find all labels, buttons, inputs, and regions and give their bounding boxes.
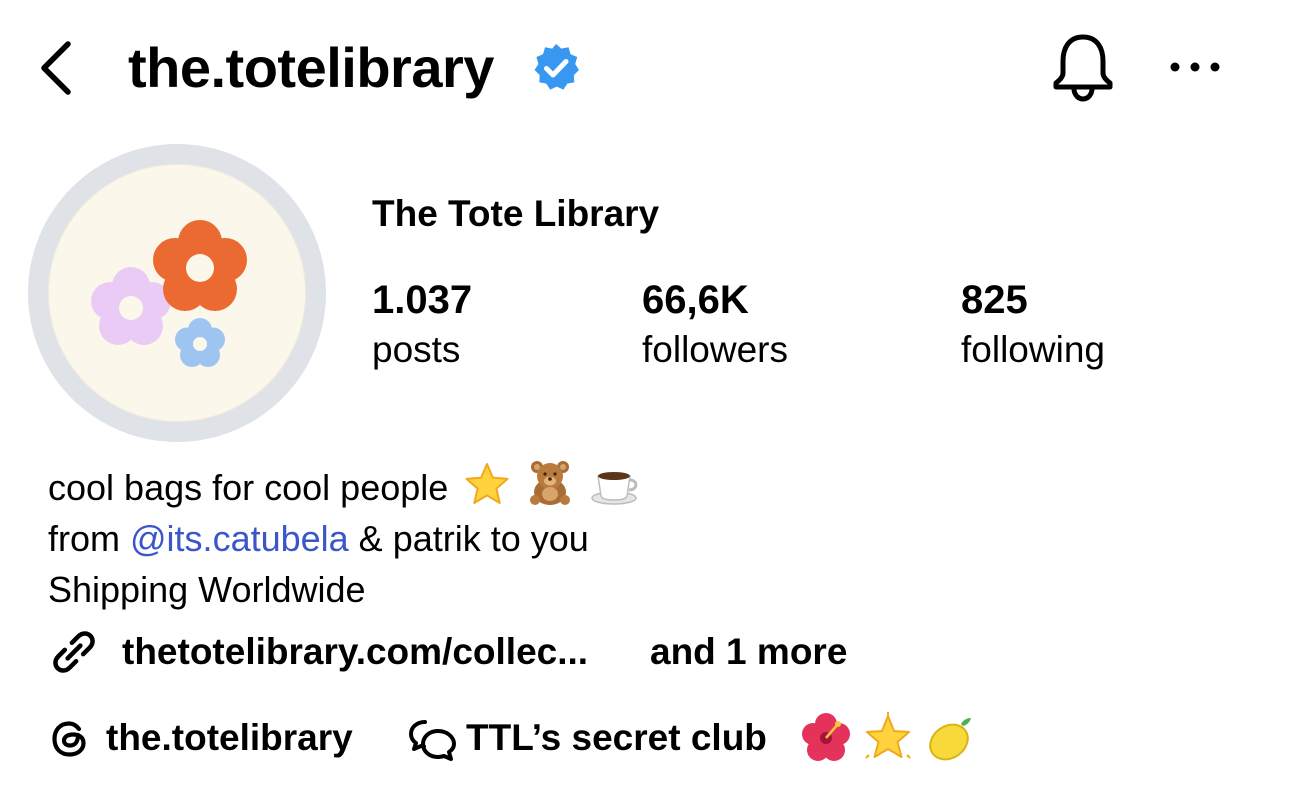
stat-followers-value: 66,6K — [642, 278, 749, 322]
stat-following-label: following — [961, 329, 1105, 370]
bio-line-1: cool bags for cool people — [48, 458, 642, 513]
broadcast-channel-link[interactable]: TTL’s secret club — [466, 714, 767, 762]
stat-posts-value: 1.037 — [372, 278, 473, 322]
stat-followers[interactable]: 66,6K followers — [642, 274, 788, 374]
profile-header: the.totelibrary — [0, 0, 1290, 130]
lemon-emoji — [929, 718, 971, 761]
stat-followers-label: followers — [642, 329, 788, 370]
bio-line-1-text: cool bags for cool people — [48, 467, 449, 508]
notifications-bell-button[interactable] — [1050, 32, 1116, 102]
bio-line-2-prefix: from — [48, 518, 131, 559]
chevron-left-icon — [41, 41, 71, 95]
stat-following-value: 825 — [961, 278, 1028, 322]
bio-line-2: from @its.catubela & patrik to you — [48, 513, 642, 564]
header-username: the.totelibrary — [128, 36, 494, 99]
teddy-bear-emoji — [530, 461, 571, 505]
bio-line-3: Shipping Worldwide — [48, 569, 366, 610]
profile-bio: cool bags for cool people from @its.catu… — [48, 458, 642, 615]
stat-posts[interactable]: 1.037 posts — [372, 274, 472, 374]
profile-avatar[interactable] — [48, 164, 306, 422]
flowers-logo-icon — [91, 220, 247, 367]
profile-display-name: The Tote Library — [372, 193, 660, 234]
stat-following[interactable]: 825 following — [961, 274, 1105, 374]
hibiscus-emoji — [802, 713, 850, 761]
threads-handle-link[interactable]: the.totelibrary — [106, 714, 353, 762]
more-horizontal-icon — [1170, 62, 1220, 72]
coffee-emoji — [591, 472, 638, 505]
verified-badge-icon — [534, 44, 579, 90]
bio-line-2-suffix: & patrik to you — [348, 518, 589, 559]
bell-icon — [1053, 34, 1113, 102]
more-links-button[interactable]: and 1 more — [650, 628, 847, 676]
bio-mention-link[interactable]: @its.catubela — [130, 518, 349, 559]
star-emoji — [465, 463, 509, 504]
back-button[interactable] — [36, 38, 80, 98]
link-icon — [53, 631, 95, 673]
broadcast-channel-icon — [409, 720, 456, 761]
channel-emojis — [800, 712, 977, 766]
stat-posts-label: posts — [372, 329, 461, 370]
glowing-star-emoji — [865, 712, 912, 759]
threads-icon — [52, 721, 86, 757]
more-options-button[interactable] — [1168, 52, 1222, 82]
website-link[interactable]: thetotelibrary.com/collec... — [122, 628, 588, 676]
